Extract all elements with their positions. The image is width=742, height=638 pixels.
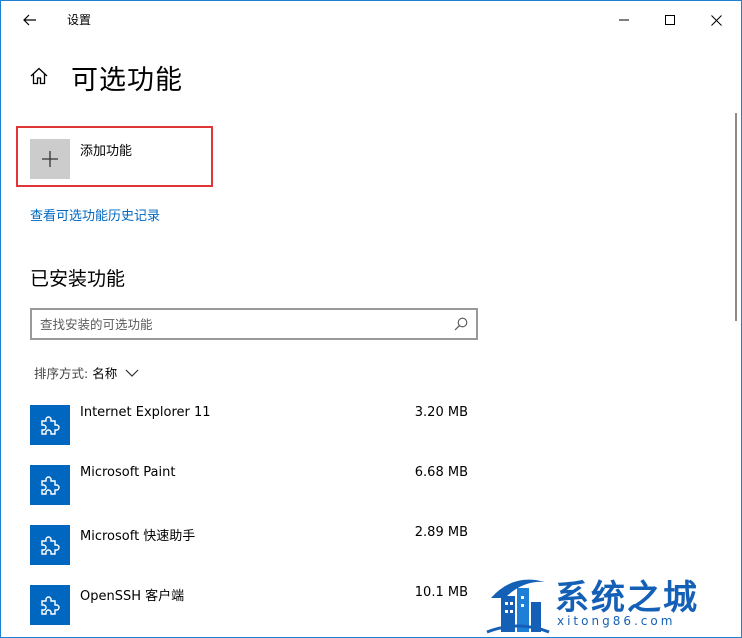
puzzle-icon	[41, 416, 60, 435]
close-icon	[710, 14, 722, 26]
scrollbar[interactable]	[735, 113, 737, 321]
search-input[interactable]	[40, 315, 440, 333]
list-item[interactable]: Internet Explorer 11 3.20 MB	[30, 405, 470, 445]
watermark: 系统之城 xitong86.com	[483, 568, 741, 638]
list-item[interactable]: Microsoft 快速助手 2.89 MB	[30, 525, 470, 565]
back-button[interactable]	[13, 6, 47, 34]
feature-tile	[30, 585, 70, 625]
add-feature-label[interactable]: 添加功能	[80, 140, 132, 159]
feature-name: OpenSSH 客户端	[80, 589, 185, 604]
view-history-link[interactable]: 查看可选功能历史记录	[30, 205, 160, 224]
sort-value[interactable]: 名称	[92, 363, 117, 382]
list-item[interactable]: OpenSSH 客户端 10.1 MB	[30, 585, 470, 625]
feature-size: 10.1 MB	[414, 585, 468, 600]
watermark-subtitle: xitong86.com	[557, 614, 676, 628]
title-bar: 设置	[1, 1, 741, 39]
app-title: 设置	[67, 13, 92, 27]
installed-features-title: 已安装功能	[30, 268, 126, 290]
feature-tile	[30, 525, 70, 565]
home-icon	[30, 67, 48, 85]
feature-size: 2.89 MB	[414, 525, 468, 540]
minimize-icon	[619, 19, 629, 21]
puzzle-icon	[41, 596, 60, 615]
feature-name: Internet Explorer 11	[80, 405, 211, 420]
feature-tile	[30, 405, 70, 445]
chevron-down-icon	[125, 369, 139, 377]
sort-label: 排序方式:	[34, 366, 89, 381]
list-item[interactable]: Microsoft Paint 6.68 MB	[30, 465, 470, 505]
back-arrow-icon	[23, 14, 36, 26]
add-feature-button[interactable]	[30, 139, 70, 179]
watermark-title: 系统之城	[555, 578, 699, 618]
plus-icon	[42, 151, 58, 167]
home-button[interactable]	[27, 64, 51, 88]
settings-window: 设置 可选功能 添加功能 查看可选功能历史记录 已安装功能 排序方式: 名	[0, 0, 742, 638]
maximize-icon	[665, 15, 675, 25]
feature-name: Microsoft 快速助手	[80, 529, 196, 544]
search-icon	[454, 317, 468, 331]
feature-tile	[30, 465, 70, 505]
maximize-button[interactable]	[647, 1, 693, 39]
close-button[interactable]	[693, 1, 739, 39]
puzzle-icon	[41, 536, 60, 555]
minimize-button[interactable]	[601, 1, 647, 39]
city-logo-icon	[486, 579, 550, 634]
feature-size: 6.68 MB	[414, 465, 468, 480]
puzzle-icon	[41, 476, 60, 495]
sort-dropdown[interactable]: 排序方式: 名称	[34, 363, 139, 382]
search-box[interactable]	[30, 308, 478, 340]
page-title: 可选功能	[71, 65, 183, 96]
feature-name: Microsoft Paint	[80, 465, 176, 480]
feature-size: 3.20 MB	[414, 405, 468, 420]
